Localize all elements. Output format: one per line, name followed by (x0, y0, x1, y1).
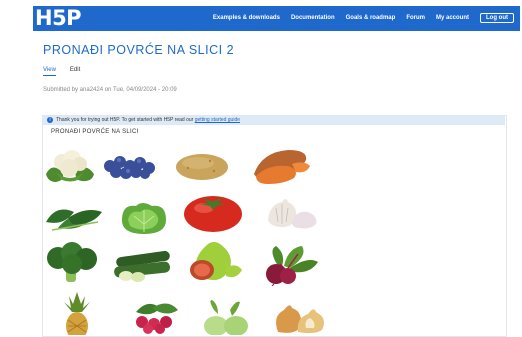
tab-edit[interactable]: Edit (70, 67, 80, 76)
nav-forum[interactable]: Forum (406, 15, 425, 21)
tomato-image[interactable] (182, 192, 244, 234)
potato-image[interactable] (174, 152, 230, 182)
lettuce-image[interactable] (118, 200, 170, 236)
pineapple-image[interactable] (58, 290, 96, 335)
raspberries-image[interactable] (130, 298, 180, 335)
h5p-logo[interactable]: H5P (35, 5, 82, 31)
nav-documentation[interactable]: Documentation (291, 15, 335, 21)
spinach-image[interactable] (42, 200, 104, 236)
getting-started-notice: i Thank you for trying out H5P. To get st… (43, 116, 505, 125)
main-nav: Examples & downloads Documentation Goals… (213, 13, 514, 23)
tab-view[interactable]: View (43, 67, 56, 76)
notice-text: Thank you for trying out H5P. To get sta… (56, 117, 194, 123)
nav-examples-downloads[interactable]: Examples & downloads (213, 15, 280, 21)
sweet-potato-image[interactable] (248, 144, 314, 186)
garlic-image[interactable] (262, 194, 322, 232)
logout-button[interactable]: Log out (480, 13, 514, 23)
cauliflower-image[interactable] (42, 148, 98, 184)
info-icon: i (47, 116, 53, 123)
nav-goals-roadmap[interactable]: Goals & roadmap (346, 15, 396, 21)
getting-started-link[interactable]: getting started guide (195, 117, 240, 123)
zucchini-image[interactable] (112, 248, 174, 282)
fig-image[interactable] (186, 240, 244, 284)
submitted-info: Submitted by ana2424 on Tue, 04/09/2024 … (43, 87, 177, 93)
page-title: PRONAĐI POVRĆE NA SLICI 2 (43, 43, 235, 57)
top-navigation-bar: H5P Examples & downloads Documentation G… (33, 6, 520, 31)
broccoli-image[interactable] (42, 242, 102, 284)
content-tabs: View Edit (43, 67, 80, 76)
blueberries-image[interactable] (102, 152, 158, 182)
kohlrabi-image[interactable] (200, 300, 252, 335)
task-title: PRONAĐI POVRĆE NA SLICI (51, 129, 139, 135)
nav-my-account[interactable]: My account (436, 15, 469, 21)
onion-image[interactable] (268, 298, 328, 335)
beetroot-image[interactable] (258, 244, 322, 286)
